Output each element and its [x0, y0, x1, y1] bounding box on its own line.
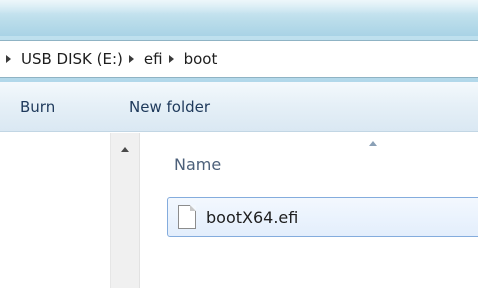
document-icon [178, 205, 196, 229]
new-folder-button[interactable]: New folder [129, 82, 210, 132]
command-toolbar: Burn New folder [0, 82, 478, 132]
address-bar[interactable]: USB DISK (E:) efi boot [0, 40, 478, 78]
file-list-pane[interactable]: Name bootX64.efi [141, 133, 478, 288]
burn-button[interactable]: Burn [20, 82, 55, 132]
breadcrumb-separator-icon[interactable] [6, 55, 11, 63]
file-item-selected[interactable]: bootX64.efi [167, 197, 478, 237]
address-bar-region: USB DISK (E:) efi boot [0, 36, 478, 82]
breadcrumb-separator-icon[interactable] [168, 55, 174, 63]
breadcrumb-separator-icon[interactable] [128, 55, 134, 63]
breadcrumb-efi[interactable]: efi [144, 50, 163, 68]
breadcrumb-usb-disk[interactable]: USB DISK (E:) [21, 50, 123, 68]
breadcrumb-boot[interactable]: boot [184, 50, 218, 68]
file-name-label: bootX64.efi [206, 207, 299, 227]
scroll-up-arrow-icon[interactable] [111, 143, 139, 159]
sort-ascending-icon [369, 141, 377, 146]
column-header-name[interactable]: Name [174, 155, 221, 174]
window-glass-frame [0, 0, 478, 36]
navigation-scrollbar[interactable] [110, 133, 140, 288]
explorer-window: USB DISK (E:) efi boot Burn New folder N… [0, 0, 478, 288]
glass-shine [0, 0, 478, 14]
navigation-pane[interactable] [0, 133, 110, 288]
